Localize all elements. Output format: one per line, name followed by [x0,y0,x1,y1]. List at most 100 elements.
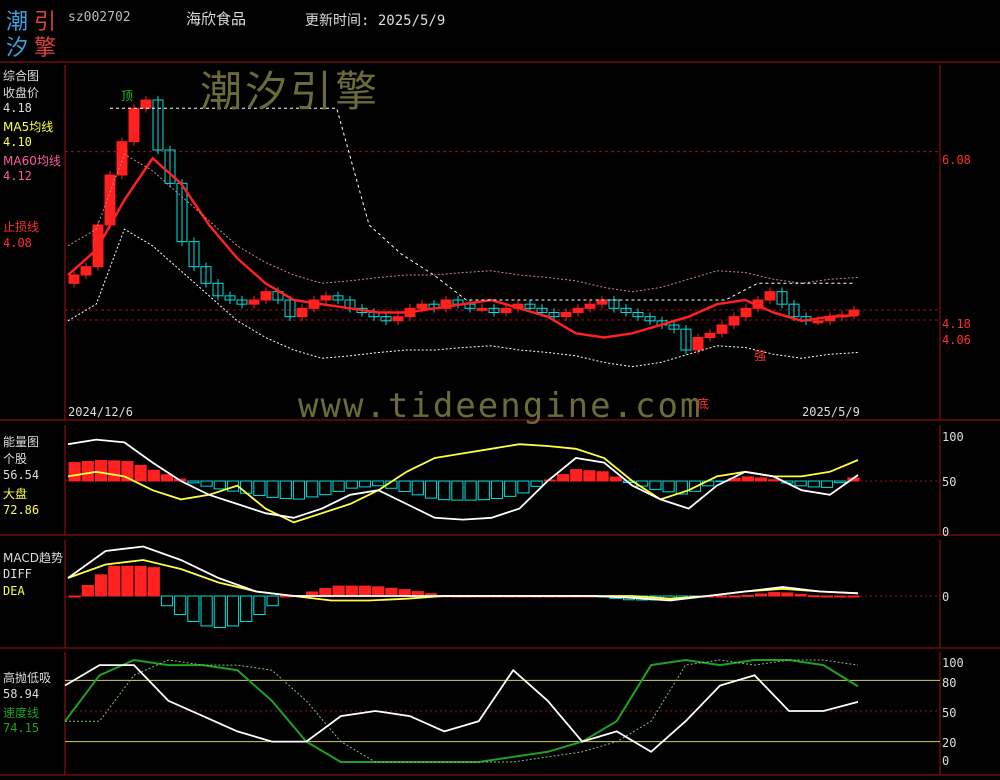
energy-bar [596,471,609,482]
brand-logo: 潮 引 汐 擎 [6,4,60,61]
energy-bar [517,480,530,494]
macd-histogram-bar [715,595,728,598]
candle-body [68,274,80,284]
energy-panel-title: 能量图 [3,435,40,449]
candle-body [692,337,704,351]
macd-panel-layer [65,545,940,628]
bottom-annotation: 底 [697,397,710,411]
macd-histogram-bar [358,585,372,597]
right-tick-label: 0 [942,754,950,768]
energy-bar [108,460,121,482]
osc-panel-layer [64,658,940,763]
market-energy-value: 72.86 [3,503,40,517]
ma60-value: 4.12 [3,169,32,183]
energy-bar [398,480,411,493]
energy-bar [240,480,253,494]
energy-bar [609,476,622,482]
right-tick-label: 50 [942,475,957,489]
energy-bar [147,469,160,482]
ma60-label: MA60均线 [3,154,61,168]
candle-body [296,307,308,318]
url-watermark: www.tideengine.com [298,386,703,426]
candle-body [140,99,152,109]
dea-line [67,559,859,602]
energy-bar [490,480,504,500]
energy-bar [345,480,358,489]
market-energy-label: 大盘 [3,487,28,501]
candle-body [248,299,260,305]
energy-bar [187,480,200,484]
macd-histogram-bar [398,589,411,597]
candle-body [584,303,596,309]
macd-histogram-bar [174,595,187,616]
stop-loss-label: 止损线 [3,220,40,234]
energy-bar [438,480,451,501]
right-tick-label: 4.18 [942,317,971,331]
energy-bar [81,461,94,482]
macd-histogram-bar [266,595,279,607]
energy-bar [662,480,675,493]
candle-body [128,107,140,143]
candle-body [500,307,512,314]
logo-char: 汐 [6,36,29,61]
stock-energy-value: 56.54 [3,468,40,482]
energy-bar [358,480,372,488]
osc-line [64,664,859,753]
energy-bar [504,480,517,497]
candle-body [740,307,752,318]
dea-label: DEA [3,584,25,598]
energy-bar [834,480,847,484]
right-tick-label: 50 [942,706,957,720]
main-panel-grid [65,151,940,321]
candle-body [716,324,728,334]
top-annotation: 顶 [121,89,134,103]
date-start-label: 2024/12/6 [68,405,134,419]
macd-histogram-bar [834,595,847,598]
candle-body [728,316,740,326]
right-tick-label: 0 [942,525,950,539]
macd-histogram-bar [108,565,121,597]
candle-body [260,291,272,301]
macd-histogram-bar [147,567,160,597]
energy-bar [213,480,226,490]
candle-body [560,312,572,318]
macd-histogram-bar [372,586,385,597]
energy-bar [292,480,306,500]
macd-histogram-bar [794,593,807,597]
right-tick-label: 6.08 [942,153,971,167]
macd-histogram-bar [81,584,94,597]
macd-histogram-bar [345,585,358,597]
right-tick-label: 80 [942,676,957,690]
date-end-label: 2025/5/9 [802,405,860,419]
close-label: 收盘价 [3,86,40,100]
energy-bar [372,480,385,487]
stock-code: sz002702 [68,10,131,25]
energy-bar [649,480,662,490]
right-tick-label: 0 [942,590,950,604]
right-tick-label: 4.06 [942,333,971,347]
energy-bar [279,480,292,499]
energy-bar [754,477,768,482]
macd-histogram-bar [385,587,398,597]
macd-histogram-bar [332,585,345,597]
macd-histogram-bar [728,595,741,598]
energy-bar [319,480,332,496]
macd-histogram-bar [121,565,134,597]
energy-bar [464,480,477,501]
right-tick-label: 20 [942,736,957,750]
candle-body [572,307,584,314]
macd-histogram-bar [781,592,794,597]
energy-bar [794,480,807,487]
macd-histogram-bar [820,595,834,598]
ma60-lower-band [67,228,859,368]
energy-bar [530,480,543,487]
macd-histogram-bar [226,595,240,627]
energy-panel-layer [65,438,940,524]
energy-bar [807,480,820,488]
diff-line [67,545,859,602]
right-tick-label: 100 [942,656,964,670]
macd-histogram-bar [253,595,266,616]
close-value: 4.18 [3,101,32,115]
macd-histogram-bar [68,595,81,598]
macd-histogram-bar [187,595,200,622]
